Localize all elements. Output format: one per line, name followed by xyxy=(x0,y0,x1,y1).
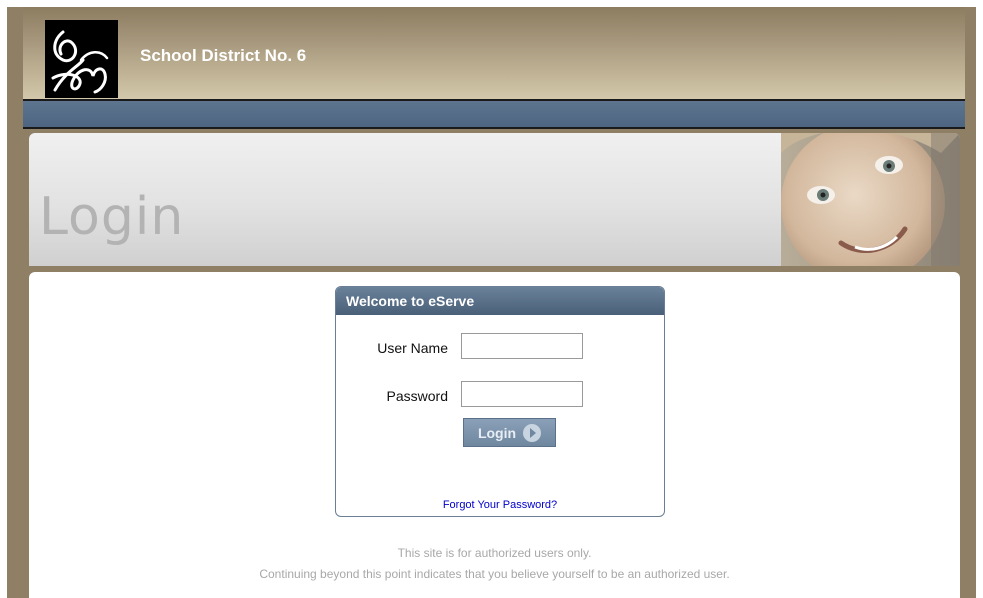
login-button-label: Login xyxy=(477,424,517,441)
district-name: School District No. 6 xyxy=(140,46,307,65)
login-button[interactable]: Login xyxy=(463,418,556,447)
smiling-child-photo-icon xyxy=(781,133,960,266)
username-input[interactable] xyxy=(461,333,583,359)
district-monogram-logo-icon xyxy=(51,30,109,94)
page-title: Login xyxy=(39,187,185,247)
password-input[interactable] xyxy=(461,381,583,407)
play-arrow-icon xyxy=(523,423,542,442)
district-logo xyxy=(45,20,118,98)
page-banner: Login xyxy=(29,133,960,266)
authorized-notice-line-1: This site is for authorized users only. xyxy=(397,546,592,560)
password-label: Password xyxy=(386,388,448,404)
login-panel-title: Welcome to eServe xyxy=(336,287,664,315)
nav-bar xyxy=(23,99,965,129)
login-panel: Welcome to eServe User Name Password Log… xyxy=(335,286,665,517)
authorized-notice-line-2: Continuing beyond this point indicates t… xyxy=(259,567,730,581)
username-label: User Name xyxy=(377,340,448,356)
forgot-password-link[interactable]: Forgot Your Password? xyxy=(336,499,664,511)
